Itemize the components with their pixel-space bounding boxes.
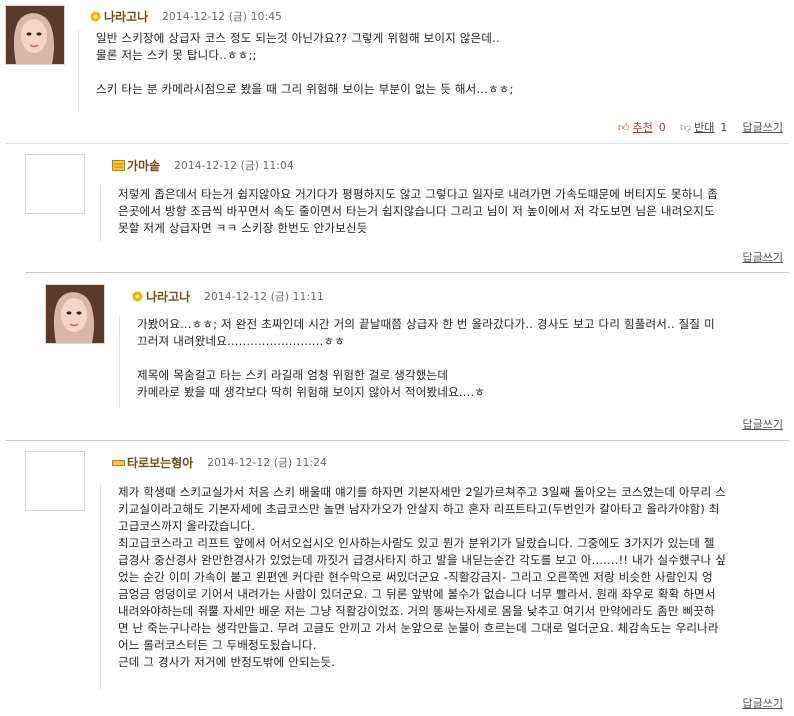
comment-line: 카메라로 봤을 때 생각보다 딱히 위험해 보이지 않아서 적어봤네요....ㅎ [137, 385, 486, 399]
comment-header: 나라고나 2014-12-12 (금) 10:45 [89, 7, 282, 25]
default-avatar-icon [26, 155, 84, 213]
comment-line: 고급코스까지 올라갔습니다. [118, 519, 256, 533]
comment-header: 가마솥 2014-12-12 (금) 11:04 [112, 156, 294, 174]
comment-line: 저렇게 좁은데서 타는거 쉽지않아요 거기다가 평평하지도 않고 그렇다고 일자… [118, 187, 718, 201]
comment-line: 제가 학생때 스키교실가서 처음 스키 배울때 얘기를 하자면 기본자세만 2일… [118, 485, 727, 499]
nickname[interactable]: 나라고나 [146, 288, 190, 305]
comment-line: 못할 저게 상급자면 ㅋㅋ 스키장 한번도 안가보신듯 [118, 221, 368, 235]
comment-line: 면 난 죽는구나라는 생각만들고. 무려 고글도 안끼고 가서 눈앞으로 눈물이… [118, 621, 719, 635]
member-badge-icon [112, 159, 125, 171]
reply-button[interactable]: 답글쓰기 [743, 119, 783, 135]
comment-line: 었는 순간 이미 가속이 붙고 왼편엔 커다란 현수막으로 써있더군요 -직활강… [118, 570, 713, 584]
profile-photo-icon [6, 6, 64, 64]
comment-header: 타로보는형아 2014-12-12 (금) 11:24 [112, 453, 327, 471]
default-avatar-icon [26, 452, 84, 510]
avatar[interactable] [25, 154, 85, 214]
comment-line: 물론 저는 스키 못 탑니다..ㅎㅎ;; [96, 48, 257, 62]
thumbs-up-icon: 👍︎ [618, 120, 630, 134]
comment-line: 일반 스키장에 상급자 코스 정도 되는것 아닌가요?? 그렇게 위험해 보이지… [96, 31, 500, 45]
divider [5, 440, 789, 441]
comment-date: 2014-12-12 (금) 11:04 [174, 159, 294, 172]
avatar[interactable] [25, 451, 85, 511]
comment-line: 스키 타는 분 카메라시점으로 봤을 때 그리 위험해 보이는 부분이 없는 듯… [96, 82, 514, 96]
profile-photo-icon [46, 285, 104, 343]
comment-line: 금엉금 엉덩이로 기어서 내려가는 사람이 있더군요. 그 뒤론 앞밖에 볼수가… [118, 587, 716, 601]
comment-line: 끄러져 내려왔네요.........................ㅎㅎ [137, 334, 346, 348]
reply-button[interactable]: 답글쓰기 [743, 695, 783, 711]
comment-date: 2014-12-12 (금) 11:11 [204, 290, 324, 303]
oppose-button[interactable]: 👎︎ 반대 1 [680, 119, 727, 135]
comment-line: 가봤어요...ㅎㅎ; 저 완전 초짜인데 시간 거의 끝날때쯤 상급자 한 번 … [137, 317, 715, 331]
member-badge-icon [112, 459, 125, 466]
nickname[interactable]: 가마솥 [127, 157, 160, 174]
avatar[interactable] [5, 5, 65, 65]
comment-body: 제가 학생때 스키교실가서 처음 스키 배울때 얘기를 하자면 기본자세만 2일… [100, 484, 788, 690]
recommend-label: 추천 [632, 121, 653, 134]
comment-line: 내려와야하는데 쥐뿔 자세만 배운 저는 그냥 직활강이었죠. 거의 똥싸는자세… [118, 604, 715, 618]
member-badge-icon [90, 11, 101, 21]
comment-line: 키교실이라고해도 기본자세에 초급코스만 놀면 남자가오가 안살지 하고 혼자 … [118, 502, 720, 516]
oppose-count: 1 [720, 120, 728, 134]
comment-body: 가봤어요...ㅎㅎ; 저 완전 초짜인데 시간 거의 끝날때쯤 상급자 한 번 … [119, 316, 787, 408]
comment-body: 일반 스키장에 상급자 코스 정도 되는것 아닌가요?? 그렇게 위험해 보이지… [78, 30, 786, 112]
divider [25, 272, 789, 273]
comment-line: 어느 롤러코스터든 그 두배정도됬습니다. [118, 638, 317, 652]
avatar[interactable] [45, 284, 105, 344]
comment-line: 근데 그 경사가 저거에 반정도밖에 안되는듯. [118, 655, 336, 669]
comment-line: 은곳에서 방향 조금씩 바꾸면서 속도 줄이면서 타는거 쉽지않습니다 그리고 … [118, 204, 715, 218]
comment-date: 2014-12-12 (금) 11:24 [207, 456, 328, 469]
reply-button[interactable]: 답글쓰기 [743, 416, 783, 432]
comment-line: 제목에 목숨걸고 타는 스키 라길래 엄청 위험한 걸로 생각했는데 [137, 368, 449, 382]
comment-header: 나라고나 2014-12-12 (금) 11:11 [131, 287, 324, 305]
thumbs-down-icon: 👎︎ [680, 120, 692, 134]
recommend-count: 0 [658, 120, 666, 134]
comment-line: 급경사 중산경사 완만한경사가 있었는데 까짓거 급경사타지 하고 발을 내딛는… [118, 553, 727, 567]
recommend-button[interactable]: 👍︎ 추천 0 [618, 119, 666, 135]
nickname[interactable]: 타로보는형아 [127, 454, 193, 471]
member-badge-icon [132, 291, 143, 301]
comment-body: 저렇게 좁은데서 타는거 쉽지않아요 거기다가 평평하지도 않고 그렇다고 일자… [100, 186, 788, 242]
divider [5, 143, 789, 144]
nickname[interactable]: 나라고나 [104, 8, 148, 25]
comment-line: 최고급코스라고 리프트 앞에서 어서오십시오 인사하는사람도 있고 뭔가 분위기… [118, 536, 715, 550]
reply-button[interactable]: 답글쓰기 [743, 249, 783, 265]
comment-date: 2014-12-12 (금) 10:45 [162, 10, 282, 23]
oppose-label: 반대 [694, 121, 715, 134]
